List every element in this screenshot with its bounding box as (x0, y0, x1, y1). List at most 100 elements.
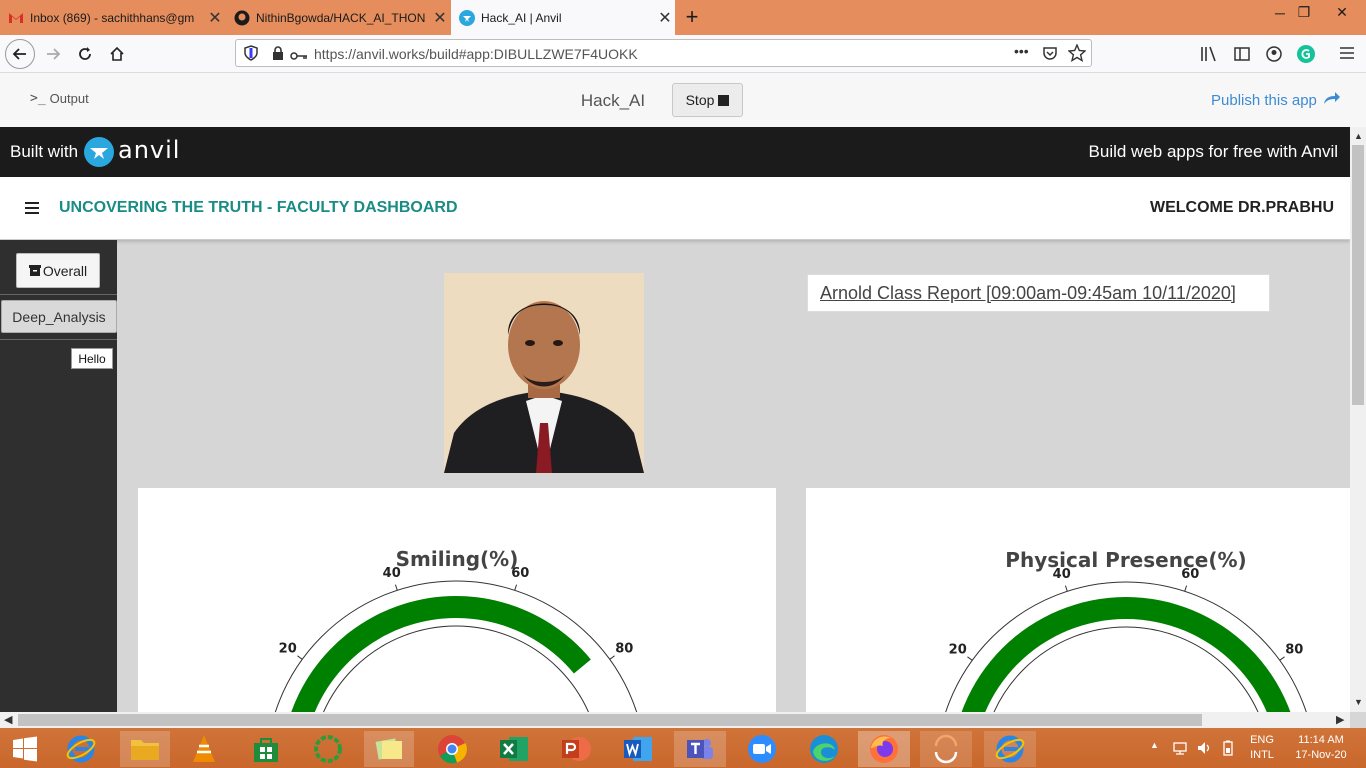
sidebar-icon[interactable] (1234, 46, 1250, 67)
app-arc-icon[interactable] (920, 731, 972, 767)
back-icon[interactable] (5, 39, 35, 69)
tray-arrow-icon[interactable]: ▲ (1150, 740, 1159, 750)
gauge-tick-label: 20 (949, 643, 967, 658)
browser-tab-strip: Inbox (869) - sachithhans@gm ✕ NithinBgo… (0, 0, 1366, 35)
close-icon[interactable]: ✕ (430, 8, 450, 28)
gauge-tick (1184, 585, 1188, 592)
reload-icon[interactable] (70, 39, 100, 69)
scrollbar-thumb[interactable] (18, 714, 1202, 726)
account-icon[interactable] (1266, 46, 1282, 67)
internet-explorer-icon[interactable] (984, 731, 1036, 767)
sidebar-divider (0, 339, 117, 340)
key-icon[interactable] (290, 48, 308, 66)
gauge-tick (394, 584, 398, 591)
teams-icon[interactable] (674, 731, 726, 767)
close-icon[interactable]: ✕ (205, 8, 225, 28)
built-with-label: Built with (10, 142, 79, 161)
scroll-down-icon[interactable]: ▼ (1354, 697, 1363, 707)
close-window-button[interactable]: ✕ (1322, 2, 1362, 24)
gauge-tick-label: 60 (511, 566, 529, 581)
gauge-tick-label: 40 (1053, 567, 1071, 582)
publish-app-link[interactable]: Publish this app (1211, 91, 1341, 110)
close-icon[interactable]: ✕ (655, 8, 675, 28)
hamburger-icon[interactable] (25, 201, 39, 219)
welcome-text: WELCOME DR.PRABHU (1150, 199, 1334, 216)
overall-button[interactable]: Overall (16, 253, 100, 288)
menu-icon[interactable] (1339, 46, 1355, 65)
pocket-icon[interactable] (1042, 45, 1058, 66)
gauge-tick-label: 80 (615, 642, 633, 657)
library-icon[interactable] (1200, 46, 1218, 67)
volume-icon[interactable] (1196, 740, 1212, 761)
battery-icon[interactable] (1220, 740, 1236, 761)
tab-anvil-active[interactable]: Hack_AI | Anvil ✕ (451, 0, 675, 35)
overall-label: Overall (42, 262, 88, 279)
firefox-icon[interactable] (858, 731, 910, 767)
output-label: Output (49, 91, 89, 106)
internet-explorer-icon[interactable] (59, 731, 103, 767)
url-text[interactable]: https://anvil.works/build#app:DIBULLZWE7… (314, 46, 638, 62)
scroll-left-icon[interactable]: ◀ (4, 713, 12, 726)
tab-github[interactable]: NithinBgowda/HACK_AI_THON ✕ (226, 0, 450, 35)
store-icon[interactable] (244, 731, 288, 767)
powerpoint-icon[interactable] (554, 731, 598, 767)
stop-button[interactable]: Stop (672, 83, 743, 117)
tab-label: NithinBgowda/HACK_AI_THON (256, 10, 426, 25)
gauge-value-band (291, 595, 591, 712)
github-icon (234, 10, 250, 26)
edge-icon[interactable] (802, 731, 846, 767)
gauge-tick-label: 40 (383, 566, 401, 581)
horizontal-scrollbar[interactable]: ◀ ▶ (0, 712, 1350, 728)
vertical-scrollbar[interactable]: ▲ ▼ (1350, 127, 1366, 712)
file-explorer-icon[interactable] (120, 731, 170, 767)
presence-gauge-card: Physical Presence(%) 20 40 60 80 (806, 488, 1350, 712)
clock-time: 11:14 AM (1298, 734, 1344, 746)
terminal-icon: >_ (30, 91, 46, 106)
forward-icon[interactable] (38, 39, 68, 69)
deep-analysis-button[interactable]: Deep_Analysis (1, 300, 117, 333)
excel-icon[interactable] (492, 731, 536, 767)
share-arrow-icon (1323, 91, 1341, 110)
start-icon[interactable] (3, 731, 47, 767)
presence-gauge: 20 40 60 80 (945, 567, 1307, 712)
word-icon[interactable] (616, 731, 660, 767)
new-tab-button[interactable]: + (680, 4, 704, 30)
scrollbar-thumb[interactable] (1352, 145, 1364, 405)
grammarly-icon[interactable] (1297, 45, 1315, 68)
loading-ring-icon[interactable] (306, 731, 350, 767)
chrome-icon[interactable] (430, 731, 474, 767)
hello-label[interactable]: Hello (71, 348, 113, 369)
gauge-tick (967, 656, 973, 661)
output-toggle[interactable]: >_ Output (30, 91, 89, 106)
scroll-right-icon[interactable]: ▶ (1336, 713, 1344, 726)
clock[interactable]: 11:14 AM 17-Nov-20 (1288, 734, 1354, 761)
gmail-icon (8, 10, 24, 26)
gauge-tick-label: 80 (1285, 643, 1303, 658)
restore-button[interactable]: ❐ (1284, 2, 1324, 24)
gauge-tick-label: 60 (1181, 567, 1199, 582)
tab-label: Inbox (869) - sachithhans@gm (30, 10, 195, 25)
anvil-icon (459, 9, 475, 26)
page-actions-icon[interactable]: ••• (1014, 43, 1029, 59)
scroll-up-icon[interactable]: ▲ (1354, 131, 1363, 141)
smiling-gauge: 20 40 60 80 (274, 566, 638, 712)
app-header: UNCOVERING THE TRUTH - FACULTY DASHBOARD… (0, 177, 1350, 240)
home-icon[interactable] (102, 39, 132, 69)
report-link[interactable]: Arnold Class Report [09:00am-09:45am 10/… (820, 283, 1236, 304)
shield-icon[interactable] (244, 45, 258, 66)
network-icon[interactable] (1172, 740, 1188, 761)
anvil-logo-icon (84, 137, 114, 172)
bookmark-star-icon[interactable] (1067, 43, 1087, 67)
language-label: ENG (1250, 734, 1274, 746)
vlc-icon[interactable] (182, 731, 226, 767)
zoom-icon[interactable] (740, 731, 784, 767)
url-bar[interactable]: https://anvil.works/build#app:DIBULLZWE7… (235, 39, 1092, 67)
archive-icon (28, 263, 41, 279)
sticky-notes-icon[interactable] (364, 731, 414, 767)
anvil-banner[interactable]: Built with anvil Build web apps for free… (0, 127, 1350, 177)
sidebar-divider (0, 294, 117, 295)
tab-gmail[interactable]: Inbox (869) - sachithhans@gm ✕ (0, 0, 225, 35)
app-title: UNCOVERING THE TRUTH - FACULTY DASHBOARD (59, 199, 458, 216)
lock-icon[interactable] (272, 46, 284, 65)
language-indicator[interactable]: ENG INTL (1249, 734, 1275, 761)
